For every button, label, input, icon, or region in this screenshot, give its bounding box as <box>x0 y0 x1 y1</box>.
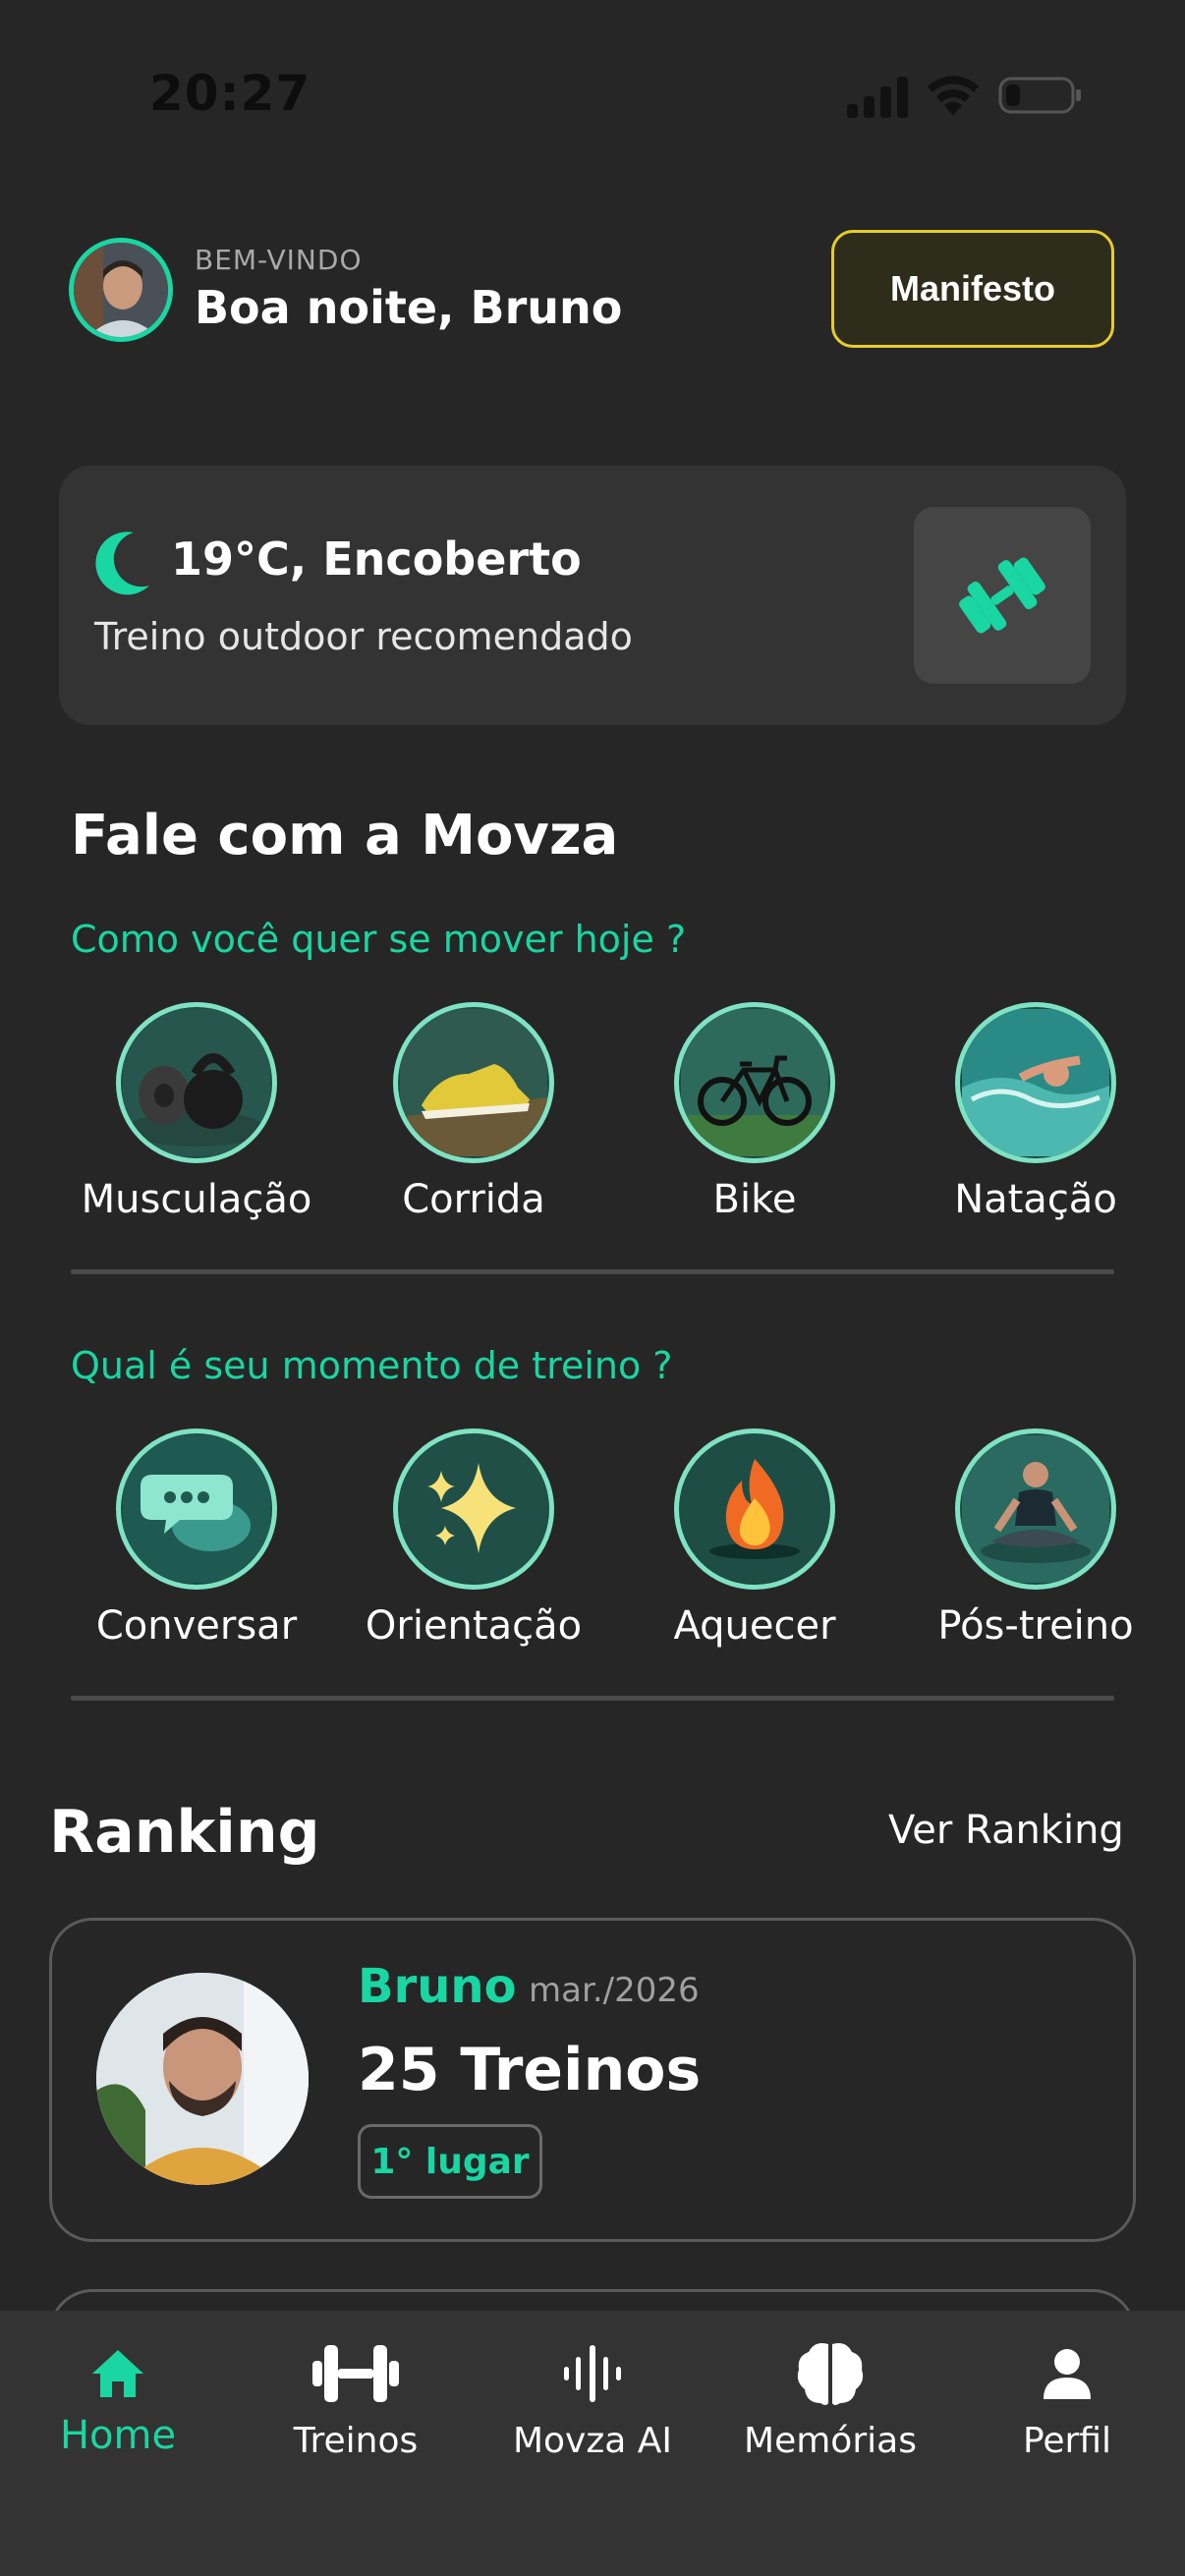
sneaker-icon <box>393 1002 554 1163</box>
kettlebell-icon <box>116 1002 277 1163</box>
brain-icon <box>797 2343 864 2405</box>
moment-pos-treino[interactable]: Pós-treino <box>908 1428 1163 1649</box>
manifesto-button[interactable]: Manifesto <box>831 230 1114 348</box>
nav-movza-ai[interactable]: Movza AI <box>484 2334 701 2461</box>
moment-orientacao[interactable]: Orientação <box>346 1428 601 1649</box>
cellular-signal-icon <box>847 77 908 118</box>
person-icon <box>1044 2349 1091 2399</box>
nav-label: Memórias <box>744 2421 917 2461</box>
wifi-icon <box>928 76 979 116</box>
sparkles-icon <box>393 1428 554 1590</box>
swimmer-icon <box>955 1002 1116 1163</box>
activity-label: Natação <box>954 1177 1117 1222</box>
workout-shortcut-button[interactable] <box>914 507 1091 684</box>
weather-temperature: 19°C, Encoberto <box>171 532 582 586</box>
activity-bike[interactable]: Bike <box>627 1002 882 1222</box>
moment-conversar[interactable]: Conversar <box>69 1428 324 1649</box>
nav-memorias[interactable]: Memórias <box>722 2334 938 2461</box>
activity-label: Musculação <box>81 1177 312 1222</box>
ranking-workout-count: 25 Treinos <box>358 2036 702 2104</box>
nav-treinos[interactable]: Treinos <box>248 2334 464 2461</box>
activity-question: Como você quer se mover hoje ? <box>71 918 687 961</box>
welcome-label: BEM-VINDO <box>195 244 363 276</box>
status-bar: 20:27 <box>0 0 1185 196</box>
nav-label: Treinos <box>293 2421 419 2461</box>
waveform-icon <box>564 2345 621 2402</box>
battery-icon <box>998 77 1081 114</box>
activity-label: Corrida <box>402 1177 545 1222</box>
section-divider <box>71 1696 1114 1701</box>
status-time: 20:27 <box>149 65 311 122</box>
ranking-avatar <box>96 1973 309 2185</box>
moment-label: Pós-treino <box>937 1603 1134 1649</box>
nav-home[interactable]: Home <box>10 2334 226 2458</box>
activity-musculacao[interactable]: Musculação <box>69 1002 324 1222</box>
nav-perfil[interactable]: Perfil <box>959 2334 1175 2461</box>
ranking-title: Ranking <box>49 1798 320 1867</box>
nav-label: Movza AI <box>512 2421 673 2461</box>
ranking-user-name: Bruno <box>358 1959 517 2014</box>
meditation-icon <box>955 1428 1116 1590</box>
flame-icon <box>674 1428 835 1590</box>
moment-label: Orientação <box>365 1603 583 1649</box>
home-icon <box>92 2350 143 2397</box>
view-ranking-link[interactable]: Ver Ranking <box>888 1808 1124 1853</box>
greeting-text: Boa noite, Bruno <box>195 281 623 334</box>
moment-question: Qual é seu momento de treino ? <box>71 1344 673 1387</box>
dumbbell-icon <box>312 2345 399 2402</box>
activity-corrida[interactable]: Corrida <box>346 1002 601 1222</box>
moment-label: Aquecer <box>673 1603 836 1649</box>
moment-aquecer[interactable]: Aquecer <box>627 1428 882 1649</box>
section-divider <box>71 1269 1114 1274</box>
moment-label: Conversar <box>95 1603 298 1649</box>
activity-label: Bike <box>712 1177 797 1222</box>
ranking-month: mar./2026 <box>529 1971 700 2010</box>
moon-icon <box>95 532 149 595</box>
weather-recommendation: Treino outdoor recomendado <box>94 615 633 658</box>
dumbbell-icon <box>959 557 1045 634</box>
chat-bubble-icon <box>116 1428 277 1590</box>
nav-label: Perfil <box>1022 2421 1112 2461</box>
user-avatar[interactable] <box>69 238 173 342</box>
movza-section-title: Fale com a Movza <box>71 804 619 868</box>
activity-natacao[interactable]: Natação <box>908 1002 1163 1222</box>
ranking-place-badge: 1° lugar <box>358 2124 542 2199</box>
bicycle-icon <box>674 1002 835 1163</box>
nav-label: Home <box>59 2413 177 2458</box>
